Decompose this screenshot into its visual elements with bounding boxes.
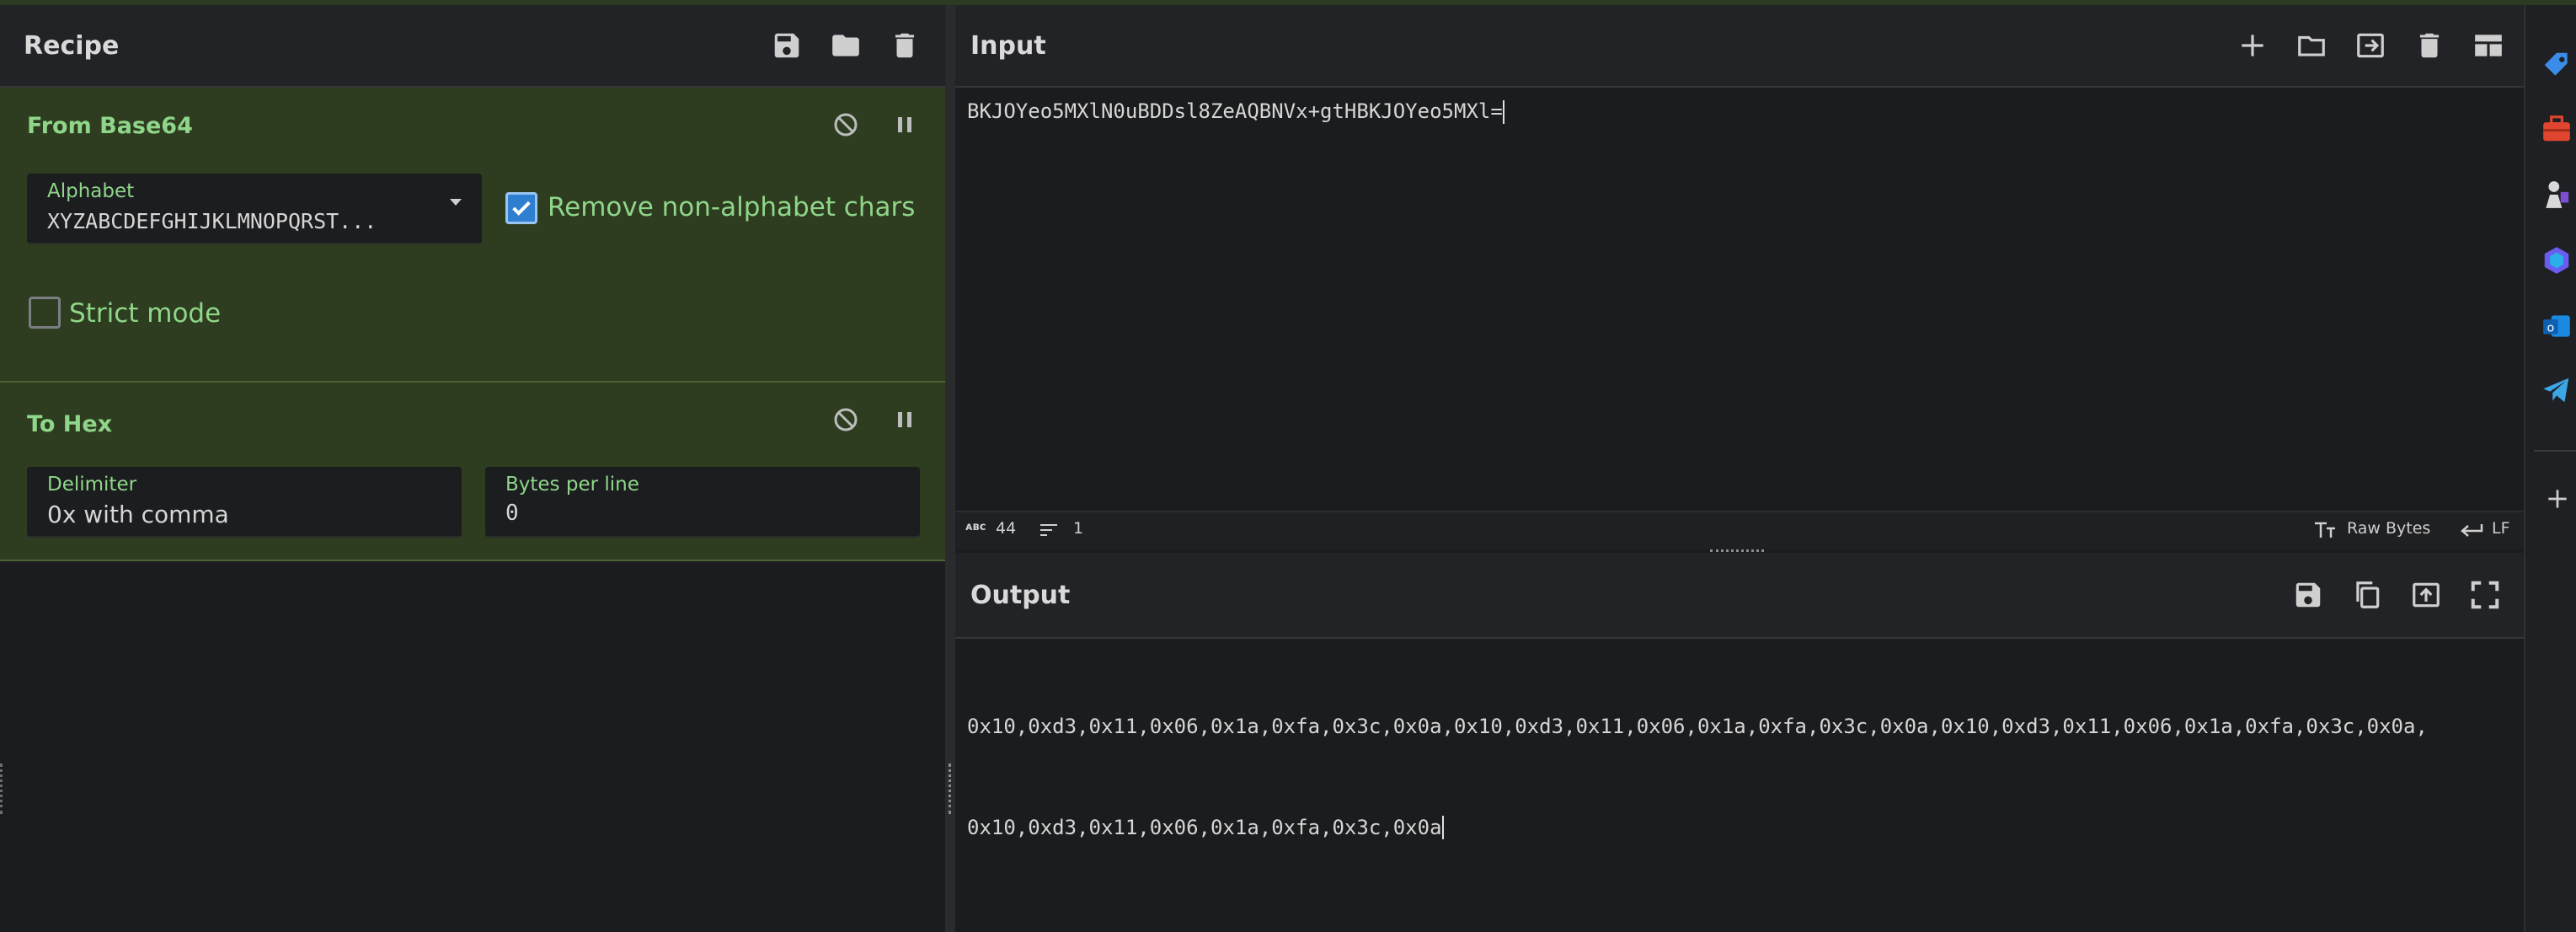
text-cursor [1502,100,1504,124]
svg-text:o: o [2547,321,2555,335]
chevron-down-icon [450,199,462,206]
delimiter-value: 0x with comma [47,501,229,528]
disable-icon[interactable] [832,406,859,437]
output-text[interactable]: 0x10,0xd3,0x11,0x06,0x1a,0xfa,0x3c,0x0a,… [967,642,2428,912]
tag-icon[interactable] [2541,49,2573,81]
vertical-splitter[interactable] [945,5,955,932]
input-status-bar: ᴀʙᴄ 44 1 Raw Bytes LF [955,511,2524,549]
check-icon [512,201,531,216]
delimiter-select[interactable]: Delimiter 0x with comma [27,467,462,538]
output-title: Output [970,580,1071,610]
telegram-icon[interactable] [2541,374,2573,406]
input-file-icon[interactable] [2354,29,2387,62]
encoding-label[interactable]: Raw Bytes [2347,519,2430,538]
copy-icon[interactable] [2350,578,2384,612]
bytes-per-line-label: Bytes per line [505,474,639,495]
sidebar-divider [2534,450,2576,452]
toolbox-icon[interactable] [2541,113,2573,145]
input-title: Input [970,30,1046,61]
bytes-per-line-input[interactable]: Bytes per line 0 [485,467,920,538]
chess-icon[interactable] [2541,179,2573,211]
pause-icon[interactable] [891,406,918,437]
operation-title: From Base64 [27,113,193,139]
operation-title: To Hex [27,411,113,437]
input-header: Input [955,5,2524,88]
operation-from-base64: From Base64 Alphabet XYZABCDEFGHIJKLMNOP… [0,88,945,383]
save-icon[interactable] [770,29,804,62]
input-text: BKJOYeo5MXlN0uBDDsl8ZeAQBNVx+gtHBKJOYeo5… [967,99,1503,123]
trash-icon[interactable] [888,29,922,62]
operation-to-hex: To Hex Delimiter 0x with comma Bytes per… [0,383,945,561]
alphabet-label: Alphabet [47,180,135,202]
splitter-grip[interactable] [949,763,954,814]
recipe-title: Recipe [24,30,120,61]
trash-icon[interactable] [2413,29,2446,62]
layout-icon[interactable] [2472,29,2505,62]
output-panel: Output 0x10,0xd3,0x11,0x06,0x1a,0xfa,0x3… [955,553,2524,932]
recipe-header: Recipe [0,5,945,88]
delimiter-label: Delimiter [47,474,137,495]
recipe-panel: Recipe From Base64 Alphabet XYZABCDEFGHI… [0,5,945,932]
resize-handle[interactable] [0,763,6,814]
text-size-icon[interactable] [2313,521,2337,539]
pause-icon[interactable] [891,111,918,142]
alphabet-value: XYZABCDEFGHIJKLMNOPQRST... [47,209,377,233]
plus-icon[interactable] [2544,485,2571,512]
return-icon [2461,524,2483,537]
bytes-per-line-value: 0 [505,501,519,526]
browser-sidebar: o [2524,5,2576,932]
output-header: Output [955,553,2524,639]
strict-mode-label: Strict mode [69,298,222,329]
copilot-icon[interactable] [2541,244,2573,276]
alphabet-select[interactable]: Alphabet XYZABCDEFGHIJKLMNOPQRST... [27,174,482,244]
abc-icon: ᴀʙᴄ [965,521,986,533]
remove-non-alphabet-checkbox[interactable] [505,192,537,224]
maximize-icon[interactable] [2468,578,2502,612]
input-textarea[interactable]: BKJOYeo5MXlN0uBDDsl8ZeAQBNVx+gtHBKJOYeo5… [967,94,1504,128]
strict-mode-checkbox[interactable] [29,297,61,329]
input-panel: Input BKJOYeo5MXlN0uBDDsl8ZeAQBNVx+gtHBK… [955,5,2524,553]
replace-input-icon[interactable] [2409,578,2443,612]
char-count: 44 [996,519,1017,538]
remove-non-alphabet-label: Remove non-alphabet chars [548,192,916,222]
save-icon[interactable] [2291,578,2325,612]
output-line: 0x10,0xd3,0x11,0x06,0x1a,0xfa,0x3c,0x0a,… [967,715,2428,738]
outlook-icon[interactable]: o [2541,310,2573,342]
add-icon[interactable] [2236,29,2269,62]
folder-icon[interactable] [2295,29,2328,62]
lines-icon [1040,524,1057,536]
disable-icon[interactable] [832,111,859,142]
text-cursor [1441,816,1444,839]
line-count: 1 [1073,519,1084,538]
folder-icon[interactable] [829,29,863,62]
eol-label[interactable]: LF [2492,519,2510,538]
output-line: 0x10,0xd3,0x11,0x06,0x1a,0xfa,0x3c,0x0a [967,816,1442,839]
